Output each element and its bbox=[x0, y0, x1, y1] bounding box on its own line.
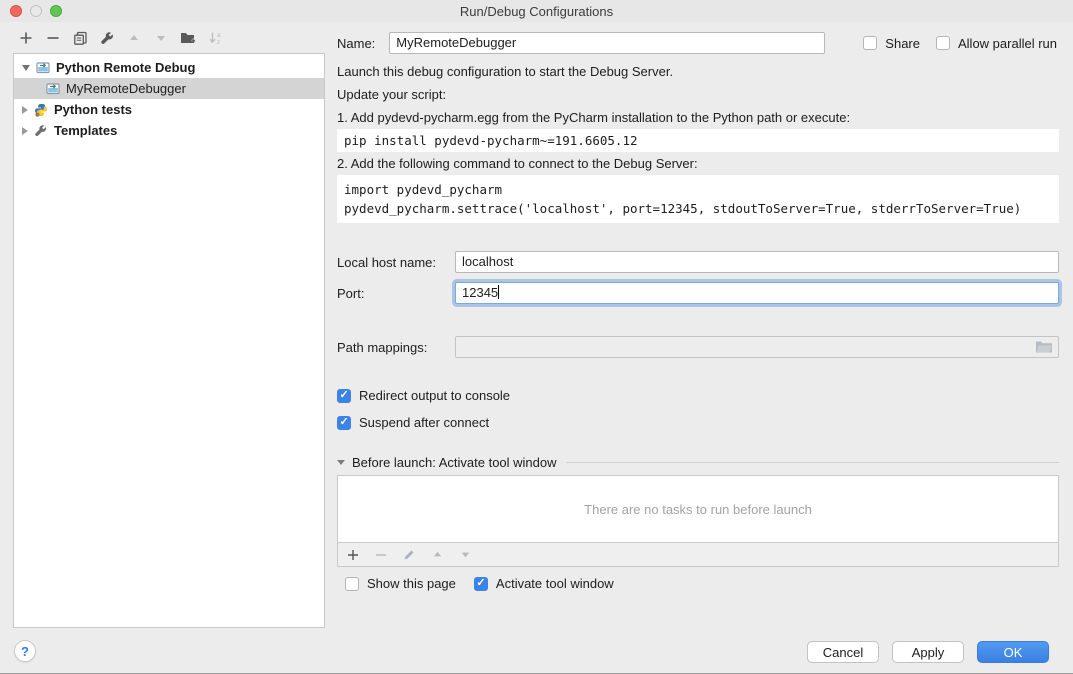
code-line: import pydevd_pycharm bbox=[344, 180, 1052, 199]
port-input[interactable]: 12345 bbox=[455, 282, 1059, 304]
close-window-button[interactable] bbox=[10, 5, 22, 17]
before-launch-tasks-list[interactable]: There are no tasks to run before launch bbox=[337, 475, 1059, 543]
path-mappings-label: Path mappings: bbox=[337, 340, 455, 355]
local-host-name-input[interactable]: localhost bbox=[455, 251, 1059, 273]
new-folder-icon[interactable] bbox=[180, 30, 196, 46]
port-row: Port: 12345 bbox=[337, 282, 1059, 304]
help-question-mark: ? bbox=[21, 644, 29, 659]
svg-text:a: a bbox=[217, 32, 221, 39]
dialog-buttons: Cancel Apply OK bbox=[807, 641, 1049, 663]
minimize-window-button bbox=[30, 5, 42, 17]
browse-folder-icon[interactable] bbox=[1035, 339, 1053, 355]
tree-item-label: Templates bbox=[54, 123, 117, 138]
redirect-output-row: Redirect output to console bbox=[337, 388, 1059, 403]
ok-button[interactable]: OK bbox=[977, 641, 1049, 663]
configurations-toolbar: az bbox=[18, 30, 223, 46]
configurations-tree: Python Remote Debug MyRemoteDebugger Pyt… bbox=[13, 53, 325, 628]
traffic-lights bbox=[10, 5, 62, 17]
remote-debug-icon bbox=[36, 61, 51, 75]
help-button[interactable]: ? bbox=[14, 640, 36, 662]
remote-debug-icon bbox=[46, 82, 61, 96]
show-this-page-label: Show this page bbox=[367, 576, 456, 591]
description-step2: 2. Add the following command to connect … bbox=[337, 152, 1059, 175]
name-row: Name: MyRemoteDebugger Share Allow paral… bbox=[337, 32, 1059, 54]
settrace-code-block: import pydevd_pycharm pydevd_pycharm.set… bbox=[337, 175, 1059, 223]
allow-parallel-checkbox-group: Allow parallel run bbox=[936, 36, 1057, 51]
name-input[interactable]: MyRemoteDebugger bbox=[389, 32, 825, 54]
share-checkbox-group: Share bbox=[863, 36, 920, 51]
local-host-name-label: Local host name: bbox=[337, 255, 455, 270]
remove-task-icon bbox=[374, 548, 388, 562]
text-caret bbox=[498, 285, 499, 299]
suspend-after-connect-checkbox[interactable] bbox=[337, 416, 351, 430]
cancel-button[interactable]: Cancel bbox=[807, 641, 879, 663]
tree-item-templates[interactable]: Templates bbox=[14, 120, 324, 141]
chevron-right-icon[interactable] bbox=[22, 106, 28, 114]
tasks-toolbar bbox=[337, 543, 1059, 567]
no-tasks-message: There are no tasks to run before launch bbox=[584, 502, 812, 517]
allow-parallel-run-label: Allow parallel run bbox=[958, 36, 1057, 51]
name-label: Name: bbox=[337, 36, 375, 51]
suspend-after-connect-row: Suspend after connect bbox=[337, 415, 1059, 430]
move-task-up-icon bbox=[430, 548, 444, 562]
path-mappings-input[interactable] bbox=[455, 336, 1059, 358]
allow-parallel-run-checkbox[interactable] bbox=[936, 36, 950, 50]
remove-icon[interactable] bbox=[45, 30, 61, 46]
local-host-row: Local host name: localhost bbox=[337, 251, 1059, 273]
wrench-icon bbox=[34, 124, 49, 138]
port-label: Port: bbox=[337, 286, 455, 301]
page-options-row: Show this page Activate tool window bbox=[337, 576, 1059, 591]
tree-item-myremotedebugger[interactable]: MyRemoteDebugger bbox=[14, 78, 324, 99]
activate-tool-window-label: Activate tool window bbox=[496, 576, 614, 591]
code-line: pydevd_pycharm.settrace('localhost', por… bbox=[344, 199, 1052, 218]
sort-alphabetically-icon: az bbox=[207, 30, 223, 46]
tree-item-label: MyRemoteDebugger bbox=[66, 81, 186, 96]
section-divider bbox=[566, 462, 1059, 463]
move-up-icon bbox=[126, 30, 142, 46]
redirect-output-label: Redirect output to console bbox=[359, 388, 510, 403]
apply-button[interactable]: Apply bbox=[892, 641, 964, 663]
zoom-window-button[interactable] bbox=[50, 5, 62, 17]
show-this-page-checkbox[interactable] bbox=[345, 577, 359, 591]
pip-install-code: pip install pydevd-pycharm~=191.6605.12 bbox=[337, 129, 1059, 152]
tree-item-label: Python Remote Debug bbox=[56, 60, 195, 75]
copy-icon[interactable] bbox=[72, 30, 88, 46]
share-label: Share bbox=[885, 36, 920, 51]
before-launch-title: Before launch: Activate tool window bbox=[352, 455, 557, 470]
description-line: Update your script: bbox=[337, 83, 1059, 106]
configuration-form: Name: MyRemoteDebugger Share Allow paral… bbox=[337, 0, 1059, 673]
chevron-right-icon[interactable] bbox=[22, 127, 28, 135]
run-debug-configurations-dialog: Run/Debug Configurations az bbox=[0, 0, 1073, 674]
suspend-after-connect-label: Suspend after connect bbox=[359, 415, 489, 430]
tree-item-python-remote-debug[interactable]: Python Remote Debug bbox=[14, 57, 324, 78]
move-down-icon bbox=[153, 30, 169, 46]
share-checkbox[interactable] bbox=[863, 36, 877, 50]
add-icon[interactable] bbox=[18, 30, 34, 46]
add-task-icon[interactable] bbox=[346, 548, 360, 562]
redirect-output-checkbox[interactable] bbox=[337, 389, 351, 403]
tree-item-python-tests[interactable]: Python tests bbox=[14, 99, 324, 120]
description-block: Launch this debug configuration to start… bbox=[337, 60, 1059, 223]
path-mappings-row: Path mappings: bbox=[337, 336, 1059, 358]
description-line: Launch this debug configuration to start… bbox=[337, 60, 1059, 83]
tree-item-label: Python tests bbox=[54, 102, 132, 117]
python-tests-icon bbox=[34, 103, 49, 117]
move-task-down-icon bbox=[458, 548, 472, 562]
collapse-triangle-icon[interactable] bbox=[337, 460, 345, 465]
edit-defaults-wrench-icon[interactable] bbox=[99, 30, 115, 46]
svg-text:z: z bbox=[217, 39, 220, 45]
activate-tool-window-checkbox[interactable] bbox=[474, 577, 488, 591]
chevron-down-icon[interactable] bbox=[22, 65, 30, 71]
description-step1: 1. Add pydevd-pycharm.egg from the PyCha… bbox=[337, 106, 1059, 129]
edit-task-pencil-icon bbox=[402, 548, 416, 562]
before-launch-header[interactable]: Before launch: Activate tool window bbox=[337, 455, 1059, 470]
